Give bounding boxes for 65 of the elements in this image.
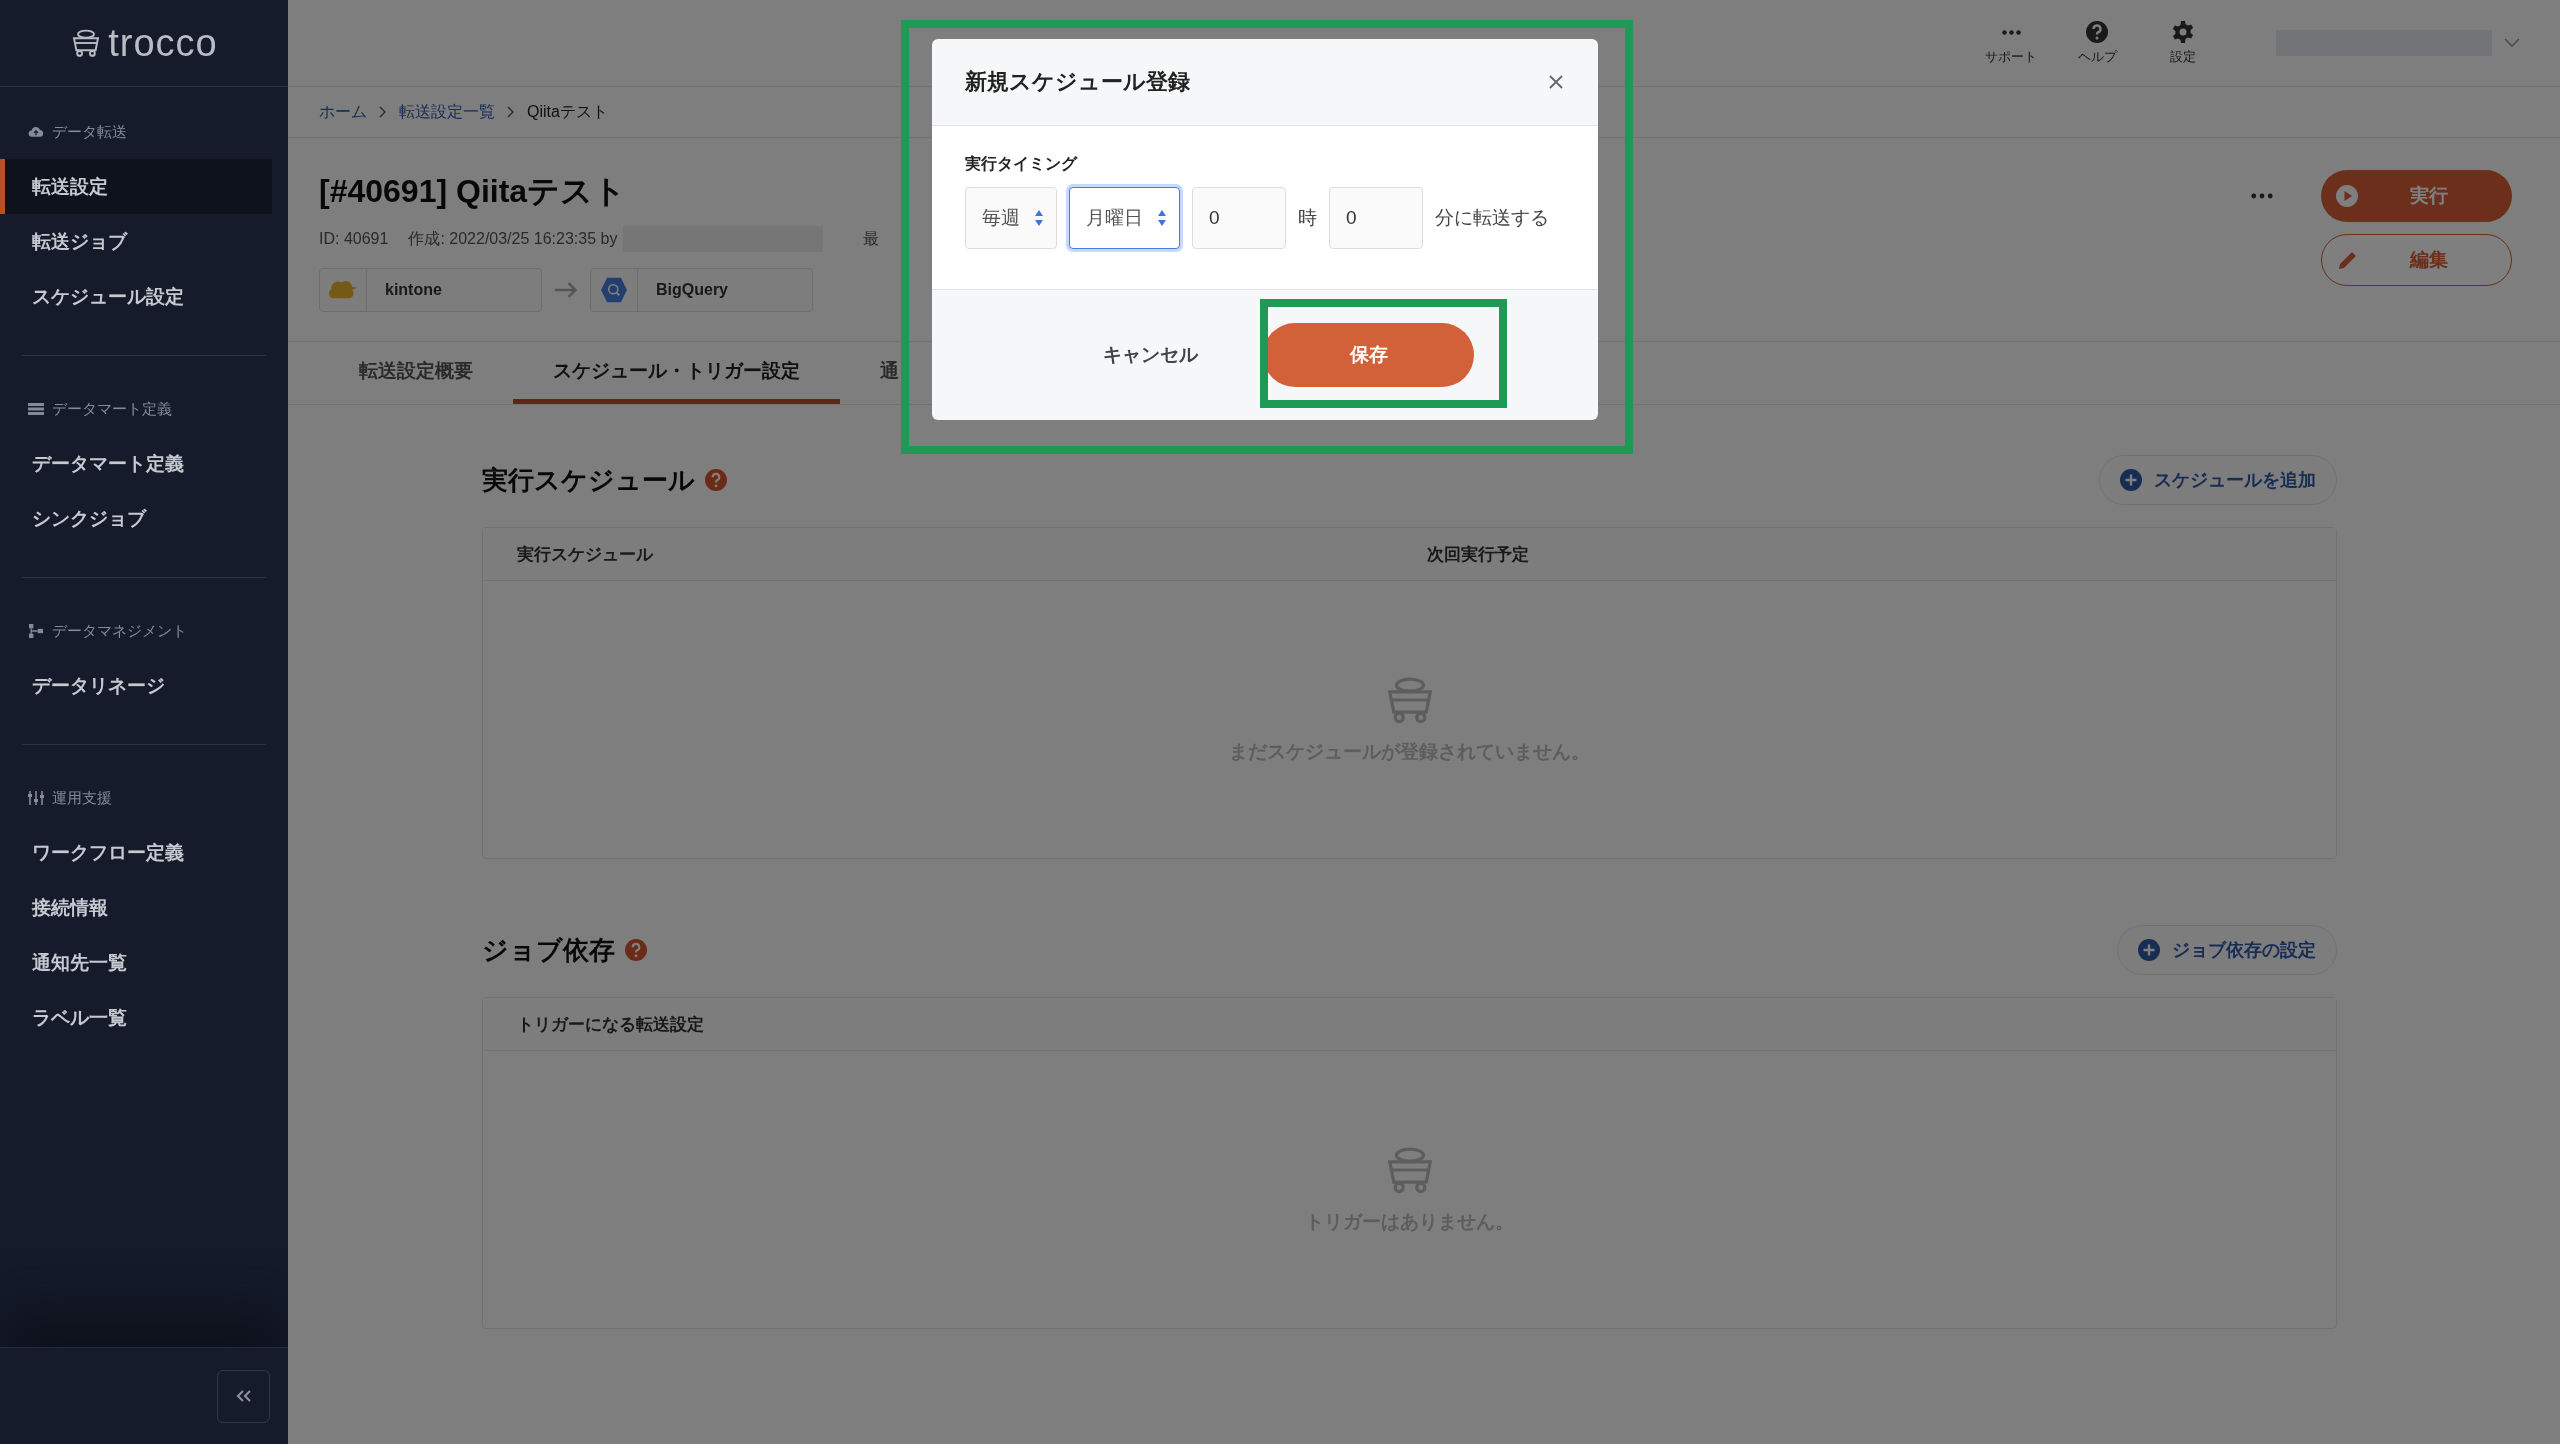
section-title: ジョブ依存 <box>482 933 615 967</box>
nav-item[interactable]: 転送設定 <box>0 159 272 214</box>
minute-input[interactable]: 0 <box>1329 187 1423 249</box>
frequency-select[interactable]: 毎週 <box>965 187 1057 249</box>
more-icon[interactable] <box>2251 193 2273 199</box>
collapse-button[interactable] <box>217 1369 270 1423</box>
column-header: トリガーになる転送設定 <box>516 1013 705 1036</box>
breadcrumb-current: Qiitaテスト <box>527 101 608 122</box>
section-heading: データ転送 <box>52 122 127 142</box>
cloud-upload-icon <box>28 125 44 139</box>
section-heading: 運用支援 <box>52 788 112 808</box>
arrow-right-icon <box>554 281 578 299</box>
hierarchy-icon <box>28 624 44 638</box>
page-title: [#40691] Qiitaテスト <box>319 172 628 211</box>
nav-item[interactable]: シンクジョブ <box>0 491 272 546</box>
field-label: 実行タイミング <box>965 154 1079 174</box>
id-text: ID: 40691 <box>319 230 389 248</box>
column-header: 実行スケジュール <box>516 543 655 566</box>
toolbar-button[interactable]: ヘルプ <box>2054 19 2140 67</box>
close-icon[interactable] <box>1548 74 1564 90</box>
more-icon <box>2001 30 2021 35</box>
tab[interactable]: スケジュール・トリガー設定 <box>513 342 840 404</box>
tab[interactable]: 転送設定概要 <box>319 342 513 404</box>
sort-arrows-icon <box>1157 209 1167 227</box>
help-icon[interactable] <box>705 469 727 491</box>
sort-arrows-icon <box>1034 209 1044 227</box>
help-icon <box>2085 20 2109 44</box>
nav-item[interactable]: スケジュール設定 <box>0 269 272 324</box>
play-icon <box>2335 184 2359 208</box>
sliders-icon <box>28 791 44 805</box>
modal-title: 新規スケジュール登録 <box>965 68 1190 96</box>
connector-name: kintone <box>384 281 442 299</box>
list-icon <box>28 402 44 416</box>
chevron-down-icon[interactable] <box>2504 38 2520 48</box>
connector-name: BigQuery <box>655 281 728 299</box>
chevron-right-icon <box>507 106 515 118</box>
nav-item[interactable]: 通知先一覧 <box>0 935 272 990</box>
nav-item[interactable]: データマート定義 <box>0 436 272 491</box>
section-heading: データマネジメント <box>52 621 187 641</box>
double-chevron-left-icon <box>235 1389 252 1403</box>
created-text: 作成: 2022/03/25 16:23:35 by <box>408 228 618 249</box>
hexagon-search-icon <box>599 277 629 303</box>
section-title: 実行スケジュール <box>482 463 695 497</box>
tab[interactable]: 通 <box>840 342 939 404</box>
logo-text: trocco <box>108 21 218 65</box>
section-heading: データマート定義 <box>52 399 172 419</box>
suffix-text: 分に転送する <box>1435 206 1549 230</box>
hour-input[interactable]: 0 <box>1192 187 1286 249</box>
updated-text: 最 <box>863 228 880 249</box>
toolbar-button[interactable]: サポート <box>1968 19 2054 67</box>
weekday-select[interactable]: 月曜日 <box>1069 187 1180 249</box>
toolbar-button[interactable]: 設定 <box>2140 19 2226 67</box>
plus-circle-icon <box>2138 939 2160 961</box>
nav-item[interactable]: 転送ジョブ <box>0 214 272 269</box>
hour-unit: 時 <box>1298 206 1317 230</box>
help-icon[interactable] <box>625 939 647 961</box>
cancel-button[interactable]: キャンセル <box>1095 341 1205 369</box>
nav-item[interactable]: データリネージ <box>0 658 272 713</box>
settings-icon <box>2171 20 2195 44</box>
chevron-right-icon <box>379 106 387 118</box>
plus-circle-icon <box>2120 469 2142 491</box>
nav-item[interactable]: ワークフロー定義 <box>0 825 272 880</box>
nav-item[interactable]: ラベル一覧 <box>0 990 272 1045</box>
nav-item[interactable]: 接続情報 <box>0 880 272 935</box>
column-header: 次回実行予定 <box>1426 543 1530 566</box>
